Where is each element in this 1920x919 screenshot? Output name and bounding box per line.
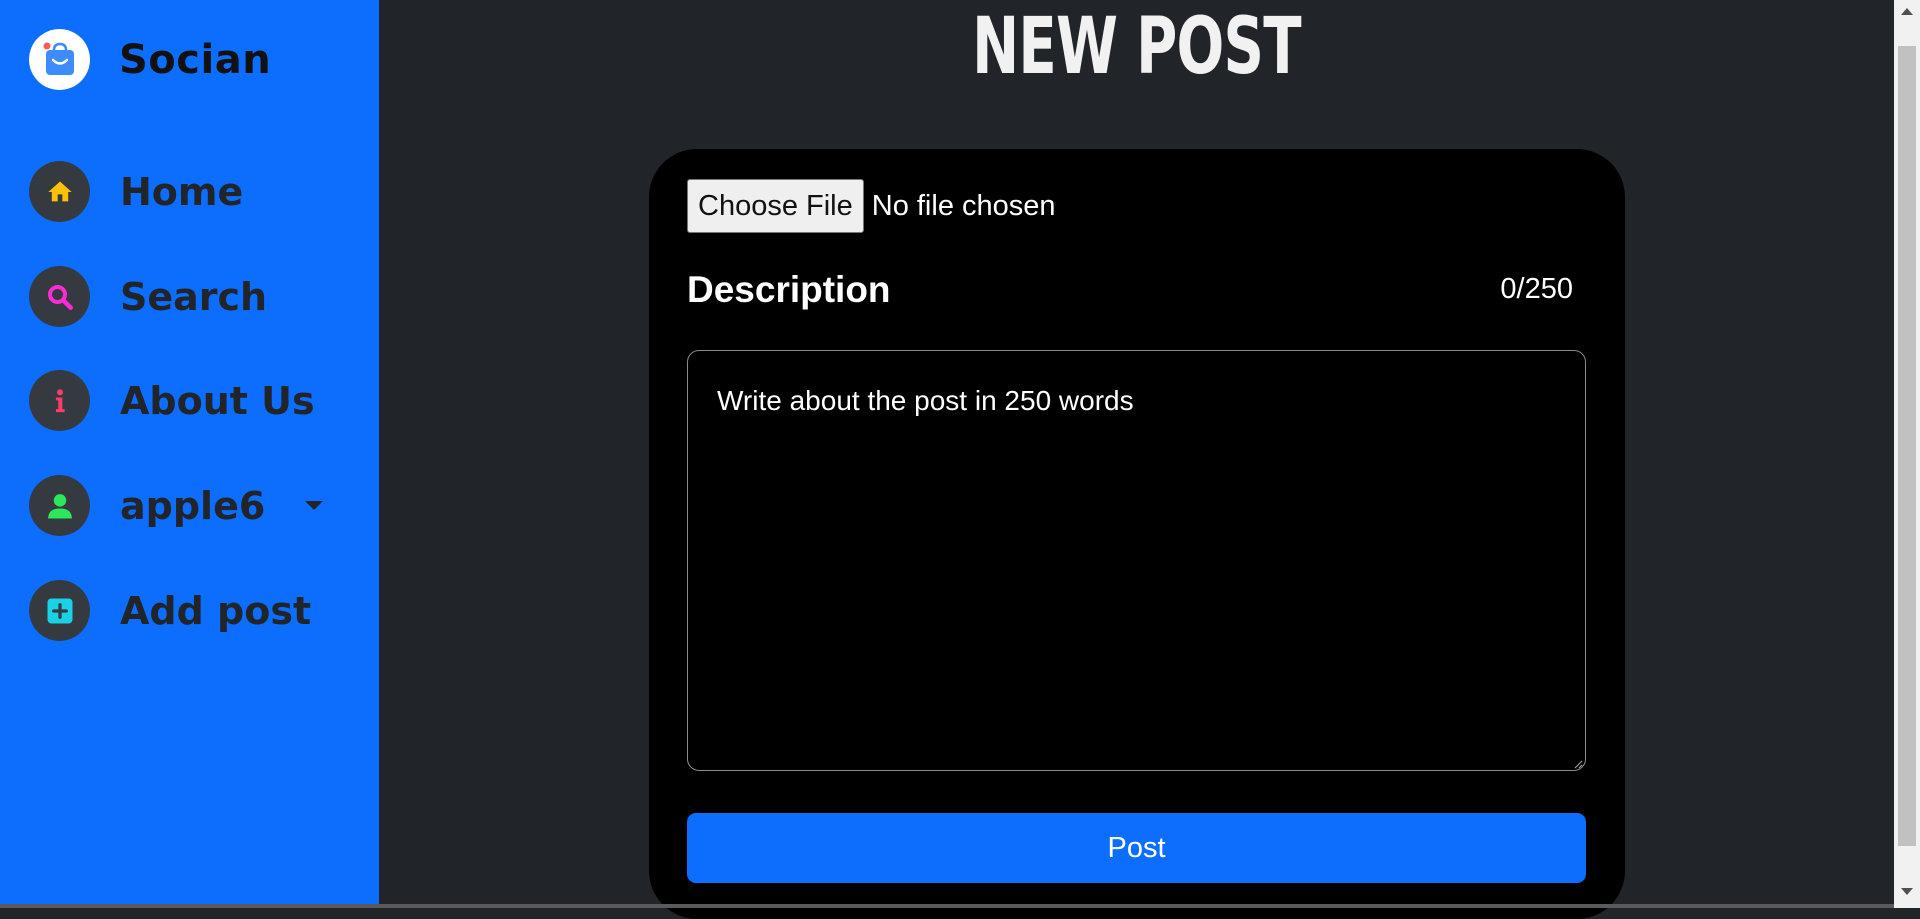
- new-post-form: Choose File No file chosen Description 0…: [649, 149, 1625, 919]
- resize-grip-icon[interactable]: [1573, 759, 1583, 769]
- sidebar-item-label: Home: [120, 169, 244, 214]
- brand[interactable]: Socian: [29, 29, 271, 90]
- home-icon: [29, 161, 90, 222]
- sidebar-item-user-dropdown[interactable]: apple6: [29, 475, 324, 536]
- plus-square-icon: [29, 580, 90, 641]
- sidebar-item-label: About Us: [120, 378, 315, 423]
- sidebar-item-about-us[interactable]: About Us: [29, 370, 315, 431]
- scroll-up-arrow-icon[interactable]: [1901, 8, 1913, 15]
- sidebar-item-label: Add post: [120, 588, 312, 633]
- sidebar: Socian Home Search About Us apple6 Add p…: [0, 0, 379, 908]
- post-button[interactable]: Post: [687, 813, 1586, 883]
- file-status: No file chosen: [871, 189, 1056, 222]
- sidebar-item-label: apple6: [120, 483, 266, 528]
- chevron-down-icon[interactable]: [305, 501, 324, 510]
- choose-file-button[interactable]: Choose File: [687, 179, 864, 233]
- file-input[interactable]: Choose File No file chosen: [687, 179, 1056, 233]
- page-title: NEW POST: [972, 2, 1301, 92]
- scroll-down-arrow-icon[interactable]: [1901, 888, 1913, 895]
- info-icon: [29, 370, 90, 431]
- scrollbar-thumb[interactable]: [1898, 46, 1916, 846]
- sidebar-item-add-post[interactable]: Add post: [29, 580, 311, 641]
- character-counter: 0/250: [1500, 273, 1573, 305]
- sidebar-item-label: Search: [120, 274, 268, 319]
- sidebar-item-search[interactable]: Search: [29, 266, 267, 327]
- vertical-scrollbar[interactable]: [1894, 0, 1920, 908]
- description-label: Description: [687, 269, 891, 310]
- sidebar-item-home[interactable]: Home: [29, 161, 243, 222]
- shopping-bag-smile-icon: [29, 29, 90, 90]
- brand-name: Socian: [119, 36, 272, 83]
- search-icon: [29, 266, 90, 327]
- user-icon: [29, 475, 90, 536]
- window-bottom-edge: [0, 904, 1894, 908]
- description-textarea[interactable]: [687, 350, 1586, 771]
